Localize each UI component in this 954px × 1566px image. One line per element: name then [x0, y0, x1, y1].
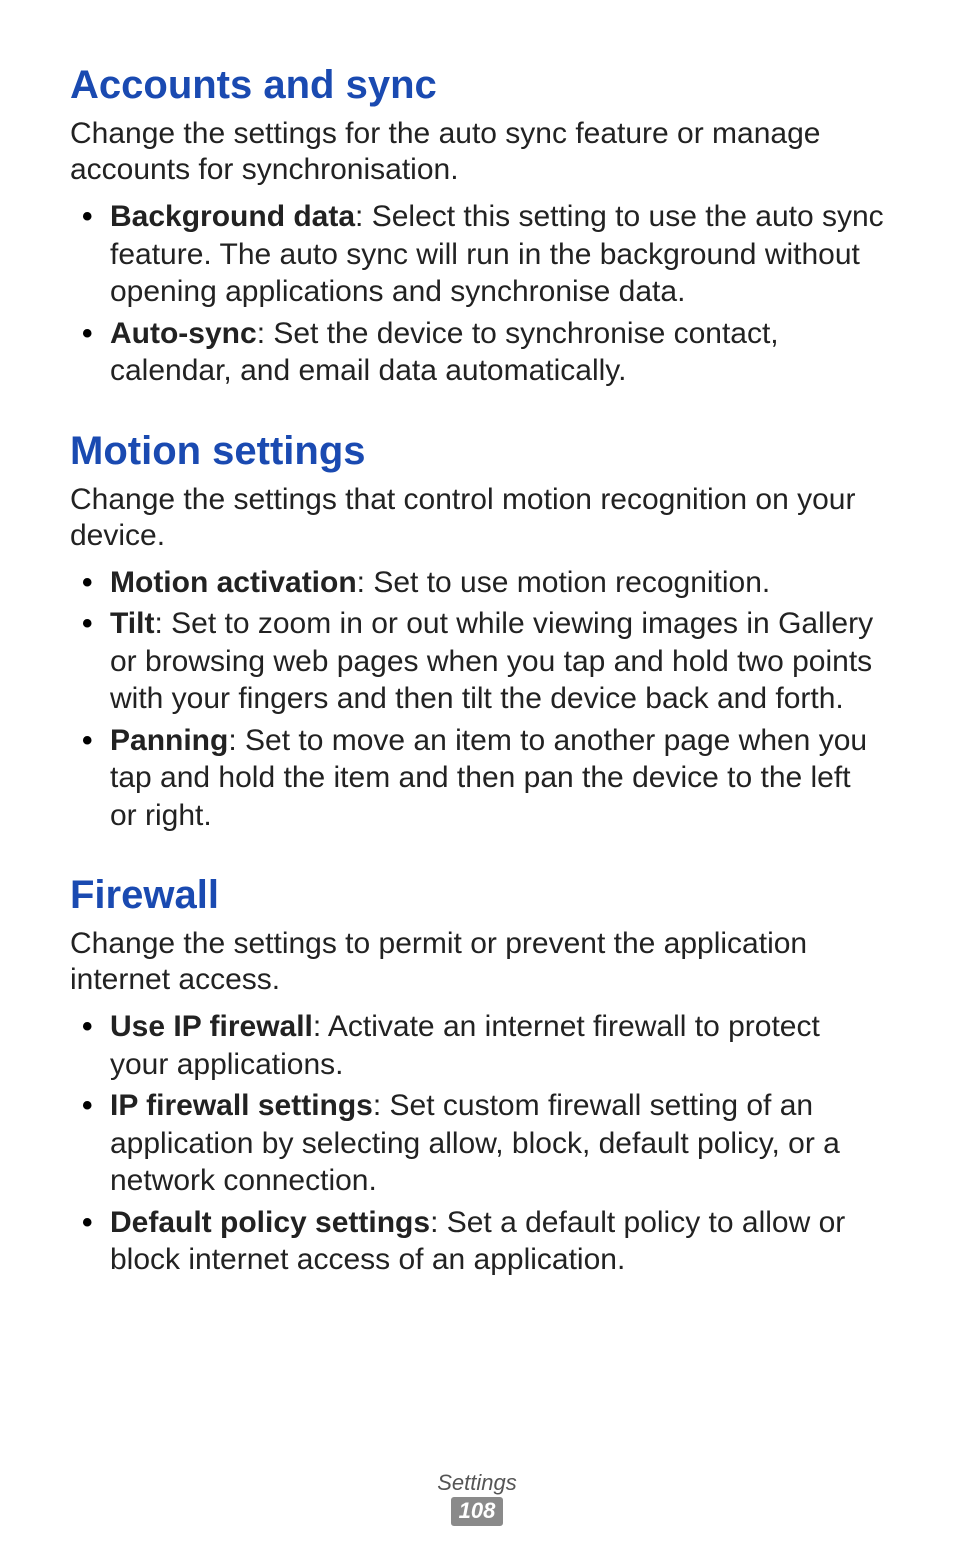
list-item-term: Auto-sync	[110, 317, 257, 350]
list-item: Auto-sync: Set the device to synchronise…	[70, 315, 884, 390]
list-item: Default policy settings: Set a default p…	[70, 1204, 884, 1279]
footer-section-label: Settings	[0, 1471, 954, 1495]
section-heading: Firewall	[70, 870, 884, 920]
section-intro: Change the settings that control motion …	[70, 482, 884, 554]
list-item-term: Use IP firewall	[110, 1010, 313, 1043]
list-item-desc: : Set to zoom in or out while viewing im…	[110, 607, 873, 715]
list-item: Tilt: Set to zoom in or out while viewin…	[70, 605, 884, 718]
list-item-term: Default policy settings	[110, 1206, 430, 1239]
page-number: 108	[451, 1497, 504, 1526]
list-item: Background data: Select this setting to …	[70, 198, 884, 311]
list-item: IP firewall settings: Set custom firewal…	[70, 1087, 884, 1200]
section-firewall: Firewall Change the settings to permit o…	[70, 870, 884, 1279]
bullet-list: Motion activation: Set to use motion rec…	[70, 564, 884, 835]
list-item-term: Tilt	[110, 607, 154, 640]
list-item-desc: : Set to use motion recognition.	[357, 566, 771, 599]
section-heading: Accounts and sync	[70, 60, 884, 110]
section-accounts-and-sync: Accounts and sync Change the settings fo…	[70, 60, 884, 390]
section-intro: Change the settings for the auto sync fe…	[70, 116, 884, 188]
list-item-term: Panning	[110, 724, 228, 757]
section-heading: Motion settings	[70, 426, 884, 476]
list-item-term: IP firewall settings	[110, 1089, 373, 1122]
section-intro: Change the settings to permit or prevent…	[70, 926, 884, 998]
document-page: Accounts and sync Change the settings fo…	[0, 0, 954, 1566]
list-item-term: Motion activation	[110, 566, 357, 599]
bullet-list: Background data: Select this setting to …	[70, 198, 884, 390]
page-footer: Settings 108	[0, 1471, 954, 1526]
list-item: Use IP firewall: Activate an internet fi…	[70, 1008, 884, 1083]
list-item-term: Background data	[110, 200, 355, 233]
section-motion-settings: Motion settings Change the settings that…	[70, 426, 884, 835]
list-item: Panning: Set to move an item to another …	[70, 722, 884, 835]
list-item: Motion activation: Set to use motion rec…	[70, 564, 884, 602]
bullet-list: Use IP firewall: Activate an internet fi…	[70, 1008, 884, 1279]
